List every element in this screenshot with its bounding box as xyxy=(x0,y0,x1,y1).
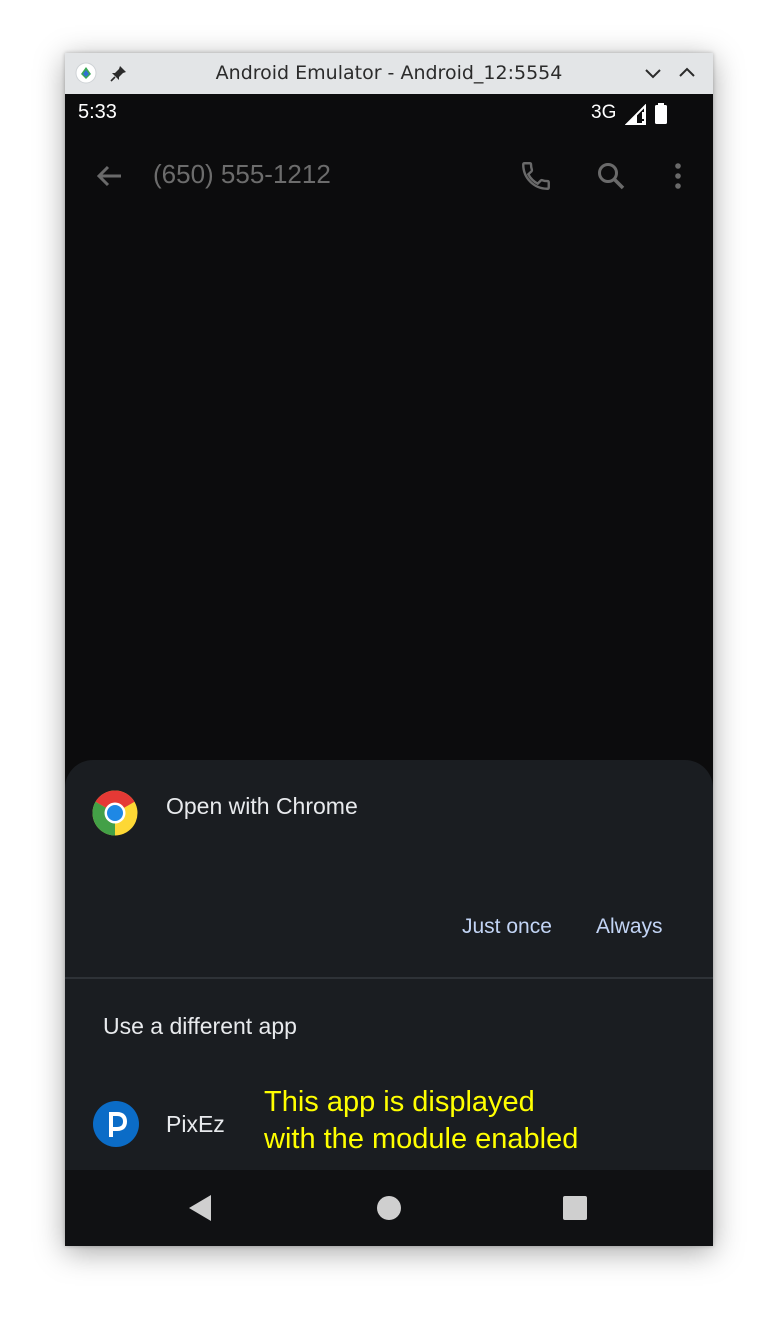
always-button[interactable]: Always xyxy=(596,915,663,939)
open-with-label: Open with Chrome xyxy=(166,793,358,819)
recents-square-icon[interactable] xyxy=(549,1182,601,1234)
status-time: 5:33 xyxy=(78,101,117,123)
just-once-button[interactable]: Just once xyxy=(462,915,552,939)
status-bar: 5:33 3G xyxy=(65,94,713,134)
back-arrow-icon[interactable] xyxy=(85,152,133,200)
navigation-bar xyxy=(65,1170,713,1246)
chrome-icon xyxy=(92,790,138,836)
battery-icon xyxy=(655,103,667,124)
conversation-title: (650) 555-1212 xyxy=(153,159,331,189)
home-circle-icon[interactable] xyxy=(363,1182,415,1234)
signal-icon xyxy=(625,104,646,125)
annotation-note: This app is displayed with the module en… xyxy=(264,1086,579,1155)
back-triangle-icon[interactable] xyxy=(174,1182,226,1234)
use-different-app-heading: Use a different app xyxy=(103,1013,297,1039)
network-type: 3G xyxy=(591,102,617,123)
chevron-up-icon[interactable] xyxy=(676,62,698,84)
window-titlebar: Android Emulator - Android_12:5554 xyxy=(65,53,713,94)
sheet-divider xyxy=(65,977,713,979)
app-item-pixez[interactable]: PixEz xyxy=(166,1111,225,1138)
more-vert-icon[interactable] xyxy=(654,152,702,200)
app-bar: (650) 555-1212 xyxy=(65,134,713,218)
pixez-icon[interactable] xyxy=(93,1101,139,1147)
phone-icon[interactable] xyxy=(512,152,560,200)
chevron-down-icon[interactable] xyxy=(642,62,664,84)
window-title: Android Emulator - Android_12:5554 xyxy=(215,62,563,84)
search-icon[interactable] xyxy=(587,152,635,200)
emulator-window: Android Emulator - Android_12:5554 5:33 … xyxy=(65,53,713,1246)
